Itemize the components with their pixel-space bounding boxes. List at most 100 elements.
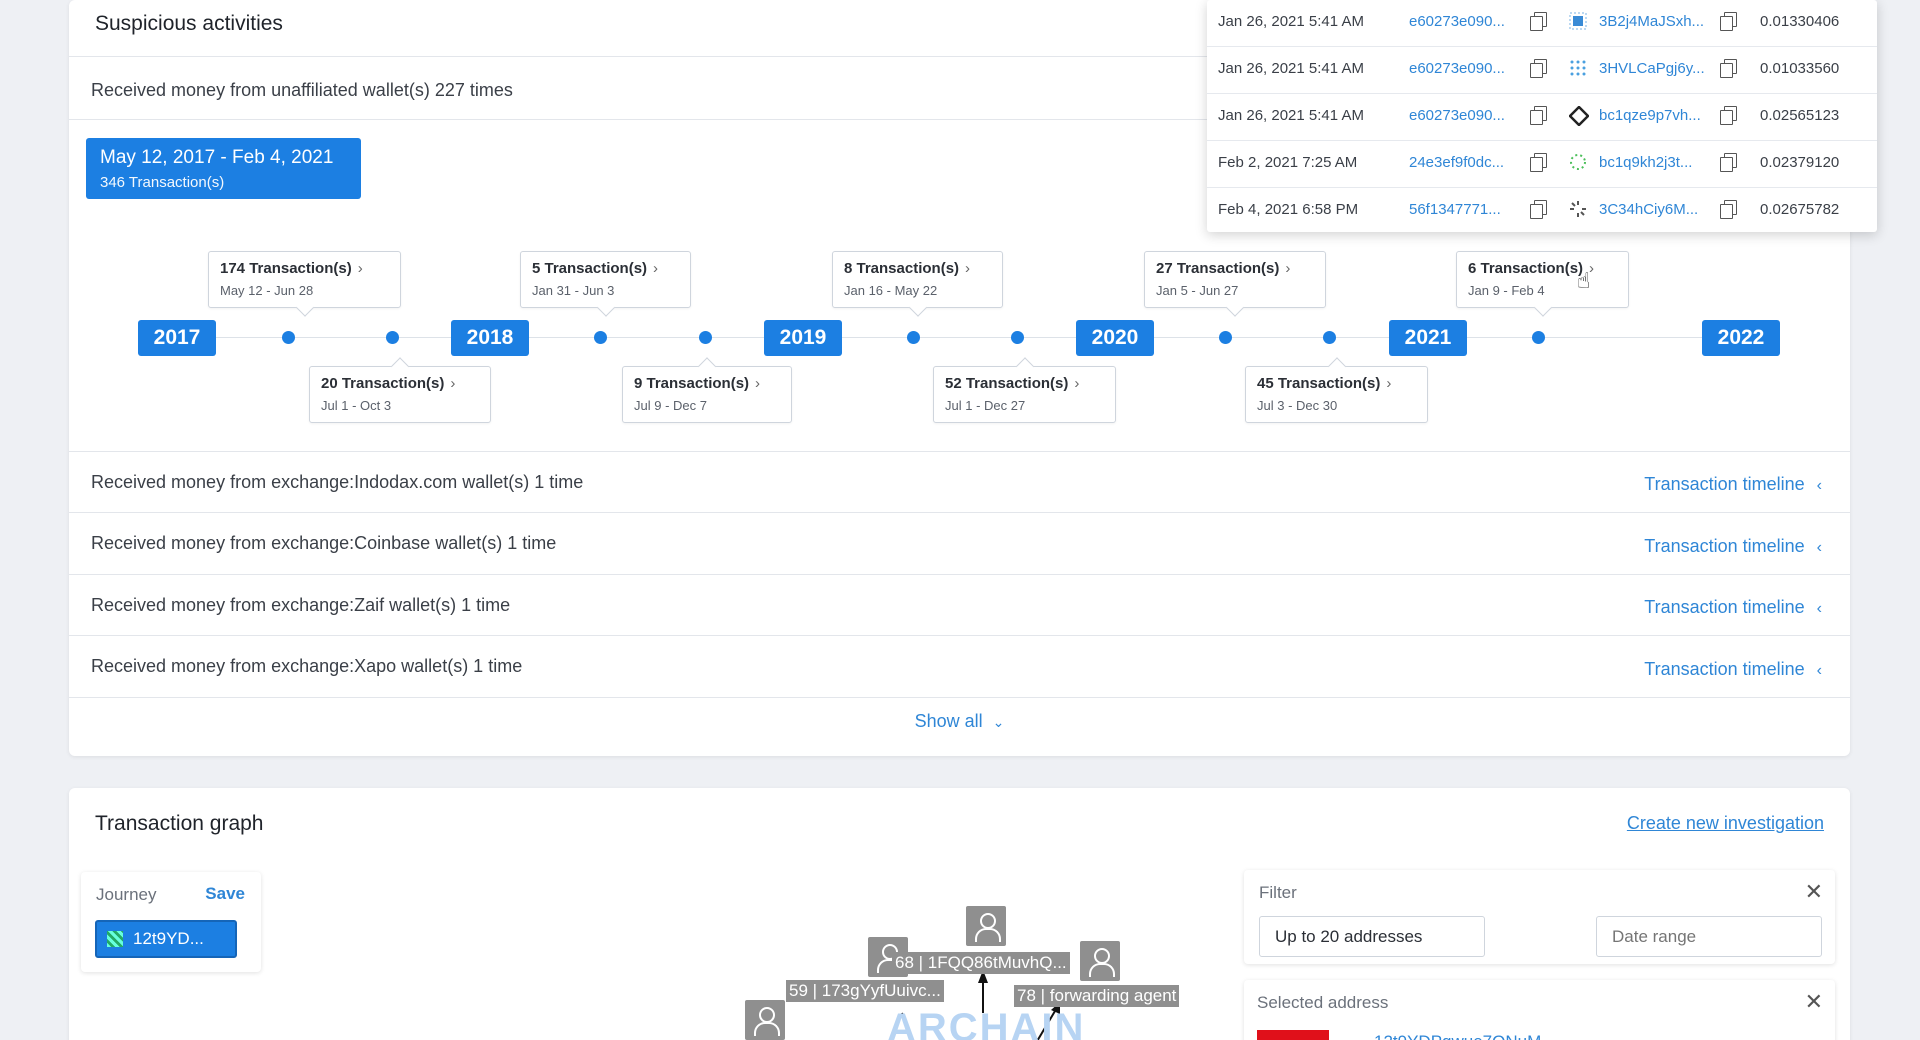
- transaction-graph-card: Transaction graph Create new investigati…: [69, 788, 1850, 1040]
- address-link[interactable]: bc1q9kh2j3t...: [1599, 154, 1692, 171]
- graph-node-person-icon[interactable]: [1080, 941, 1120, 981]
- transaction-hash-link[interactable]: 56f1347771...: [1409, 201, 1501, 218]
- transaction-timeline-link[interactable]: Transaction timeline ‹: [1644, 597, 1822, 618]
- transaction-group-box[interactable]: 5 Transaction(s) › Jan 31 - Jun 3: [520, 251, 691, 308]
- chevron-right-icon: ›: [357, 260, 363, 277]
- transaction-row[interactable]: Jan 26, 2021 5:41 AM e60273e090... 3HVLC…: [1207, 47, 1877, 94]
- transaction-hash-link[interactable]: e60273e090...: [1409, 13, 1505, 30]
- date-range-label: May 12, 2017 - Feb 4, 2021: [100, 147, 334, 168]
- year-marker-2017[interactable]: 2017: [138, 320, 216, 356]
- transaction-timeline-link[interactable]: Transaction timeline ‹: [1644, 536, 1822, 557]
- transaction-row[interactable]: Feb 4, 2021 6:58 PM 56f1347771... 3C34hC…: [1207, 188, 1877, 235]
- copy-icon[interactable]: [1529, 153, 1547, 172]
- close-icon[interactable]: ✕: [1805, 881, 1823, 903]
- section-title: Suspicious activities: [95, 12, 283, 35]
- transaction-group-dates: Jul 1 - Oct 3: [321, 398, 392, 413]
- transaction-group-dates: Jan 31 - Jun 3: [532, 283, 615, 298]
- copy-icon[interactable]: [1719, 12, 1737, 31]
- transaction-row[interactable]: Jan 26, 2021 5:41 AM e60273e090... 3B2j4…: [1207, 0, 1877, 47]
- diamond-icon: [1568, 105, 1590, 130]
- chevron-left-icon: ‹: [1816, 477, 1822, 494]
- graph-node-person-icon[interactable]: [966, 906, 1006, 946]
- timeline-dot[interactable]: [907, 331, 920, 344]
- transaction-group-box[interactable]: 45 Transaction(s) › Jul 3 - Dec 30: [1245, 366, 1428, 423]
- transaction-group-title: 52 Transaction(s) ›: [945, 375, 1080, 392]
- transaction-group-box[interactable]: 6 Transaction(s) › Jan 9 - Feb 4: [1456, 251, 1629, 308]
- transaction-group-box[interactable]: 174 Transaction(s) › May 12 - Jun 28: [208, 251, 401, 308]
- year-marker-2019[interactable]: 2019: [764, 320, 842, 356]
- transaction-group-box[interactable]: 20 Transaction(s) › Jul 1 - Oct 3: [309, 366, 491, 423]
- timeline-dot[interactable]: [594, 331, 607, 344]
- transaction-hash-link[interactable]: e60273e090...: [1409, 60, 1505, 77]
- year-marker-2018[interactable]: 2018: [451, 320, 529, 356]
- copy-icon[interactable]: [1719, 59, 1737, 78]
- timeline-dot[interactable]: [1323, 331, 1336, 344]
- chevron-left-icon: ‹: [1816, 539, 1822, 556]
- dotted-grid-icon: [1569, 59, 1587, 81]
- transaction-timeline-link[interactable]: Transaction timeline ‹: [1644, 659, 1822, 680]
- timeline-dot[interactable]: [1219, 331, 1232, 344]
- date-range-summary[interactable]: May 12, 2017 - Feb 4, 2021 346 Transacti…: [86, 138, 361, 199]
- transaction-timeline-link[interactable]: Transaction timeline ‹: [1644, 474, 1822, 495]
- transaction-group-box[interactable]: 52 Transaction(s) › Jul 1 - Dec 27: [933, 366, 1116, 423]
- copy-icon[interactable]: [1529, 200, 1547, 219]
- transaction-hash-link[interactable]: e60273e090...: [1409, 107, 1505, 124]
- exchange-row-text: Received money from exchange:Xapo wallet…: [91, 656, 523, 676]
- transaction-group-title: 174 Transaction(s) ›: [220, 260, 363, 277]
- chevron-right-icon: ›: [965, 260, 971, 277]
- transaction-group-title: 9 Transaction(s) ›: [634, 375, 761, 392]
- exchange-row-text: Received money from exchange:Indodax.com…: [91, 472, 584, 492]
- watermark-logo: ARCHAIN: [887, 1006, 1086, 1040]
- exchange-row-text: Received money from exchange:Zaif wallet…: [91, 595, 511, 615]
- timeline-dot[interactable]: [699, 331, 712, 344]
- transaction-row[interactable]: Feb 2, 2021 7:25 AM 24e3ef9f0dc... bc1q9…: [1207, 141, 1877, 188]
- chevron-right-icon: ›: [1285, 260, 1291, 277]
- copy-icon[interactable]: [1529, 59, 1547, 78]
- transaction-group-box[interactable]: 27 Transaction(s) › Jan 5 - Jun 27: [1144, 251, 1326, 308]
- transaction-group-title: 8 Transaction(s) ›: [844, 260, 971, 277]
- unaffiliated-row-text: Received money from unaffiliated wallet(…: [91, 80, 513, 100]
- transaction-group-dates: Jan 5 - Jun 27: [1156, 283, 1239, 298]
- address-link[interactable]: 3HVLCaPgj6y...: [1599, 60, 1705, 77]
- timeline-dot[interactable]: [386, 331, 399, 344]
- selected-address-link[interactable]: 12t9YDPgwue7ONuM: [1374, 1032, 1541, 1040]
- copy-icon[interactable]: [1719, 200, 1737, 219]
- address-link[interactable]: 3B2j4MaJSxh...: [1599, 13, 1704, 30]
- timeline-dot[interactable]: [1011, 331, 1024, 344]
- divider: [69, 512, 1850, 513]
- transaction-group-dates: Jul 1 - Dec 27: [945, 398, 1026, 413]
- transaction-group-box[interactable]: 9 Transaction(s) › Jul 9 - Dec 7: [622, 366, 792, 423]
- address-link[interactable]: bc1qze9p7vh...: [1599, 107, 1701, 124]
- transaction-row[interactable]: Jan 26, 2021 5:41 AM e60273e090... bc1qz…: [1207, 94, 1877, 141]
- graph-node-person-icon[interactable]: [745, 1000, 785, 1040]
- date-range-input[interactable]: [1596, 916, 1822, 957]
- timeline-dot[interactable]: [282, 331, 295, 344]
- copy-icon[interactable]: [1719, 106, 1737, 125]
- close-icon[interactable]: ✕: [1805, 991, 1823, 1013]
- year-marker-2020[interactable]: 2020: [1076, 320, 1154, 356]
- spark-icon: [1569, 200, 1587, 222]
- transaction-count: 346 Transaction(s): [100, 174, 225, 191]
- year-marker-2022[interactable]: 2022: [1702, 320, 1780, 356]
- chevron-right-icon: ›: [755, 375, 761, 392]
- divider: [69, 574, 1850, 575]
- addresses-limit-input[interactable]: [1259, 916, 1485, 957]
- transaction-group-dates: May 12 - Jun 28: [220, 283, 314, 298]
- transaction-date: Jan 26, 2021 5:41 AM: [1218, 60, 1364, 77]
- address-link[interactable]: 3C34hCiy6M...: [1599, 201, 1698, 218]
- show-all-button[interactable]: Show all ⌄: [69, 711, 1850, 732]
- transaction-group-title: 20 Transaction(s) ›: [321, 375, 456, 392]
- timeline-dot[interactable]: [1532, 331, 1545, 344]
- transaction-group-box[interactable]: 8 Transaction(s) › Jan 16 - May 22: [832, 251, 1003, 308]
- transaction-date: Jan 26, 2021 5:41 AM: [1218, 13, 1364, 30]
- year-marker-2021[interactable]: 2021: [1389, 320, 1467, 356]
- copy-icon[interactable]: [1529, 106, 1547, 125]
- transaction-group-dates: Jul 3 - Dec 30: [1257, 398, 1338, 413]
- transactions-popup: Jan 26, 2021 5:41 AM e60273e090... 3B2j4…: [1207, 0, 1877, 232]
- copy-icon[interactable]: [1529, 12, 1547, 31]
- chevron-right-icon: ›: [1386, 375, 1392, 392]
- copy-icon[interactable]: [1719, 153, 1737, 172]
- transaction-group-dates: Jan 9 - Feb 4: [1468, 283, 1545, 298]
- transaction-hash-link[interactable]: 24e3ef9f0dc...: [1409, 154, 1504, 171]
- transaction-group-title: 27 Transaction(s) ›: [1156, 260, 1291, 277]
